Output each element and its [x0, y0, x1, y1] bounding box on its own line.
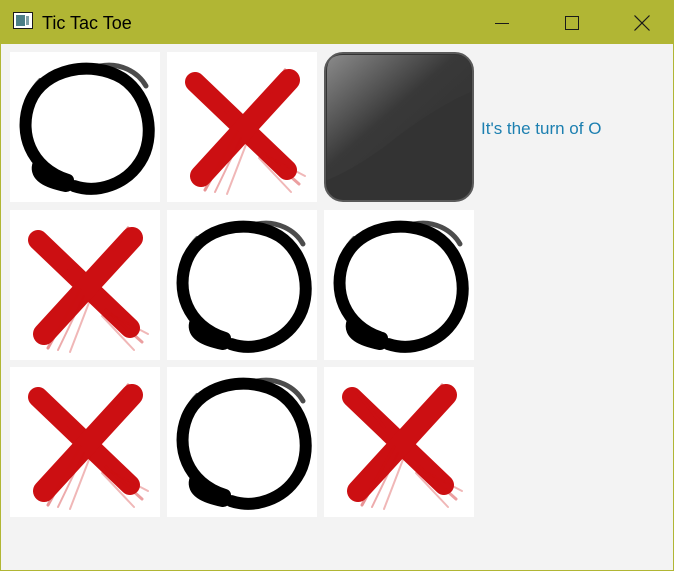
o-mark-icon [19, 62, 155, 195]
cell-o-mark[interactable] [167, 367, 317, 517]
maximize-button[interactable] [549, 1, 595, 44]
cell-x-mark[interactable] [167, 52, 317, 202]
app-window: Tic Tac Toe It's the turn of O [0, 0, 674, 571]
o-mark-icon [333, 220, 469, 353]
close-button[interactable] [619, 1, 665, 44]
x-mark-icon [342, 383, 463, 510]
cell-x-mark[interactable] [324, 367, 474, 517]
minimize-button[interactable] [479, 1, 525, 44]
cell-x-mark[interactable] [10, 367, 160, 517]
window-title: Tic Tac Toe [42, 13, 132, 33]
cell-x-mark[interactable] [10, 210, 160, 360]
app-icon [13, 12, 33, 29]
o-mark-icon [176, 220, 312, 353]
x-mark-icon [28, 383, 149, 510]
o-mark-icon [176, 377, 312, 510]
game-area: It's the turn of O [1, 44, 673, 570]
maximize-icon [565, 15, 579, 30]
cell-empty-button[interactable] [324, 52, 474, 202]
turn-status: It's the turn of O [481, 119, 602, 138]
x-mark-icon [28, 226, 149, 353]
title-bar[interactable]: Tic Tac Toe [1, 1, 673, 44]
x-mark-icon [185, 68, 306, 195]
minimize-icon [495, 22, 509, 24]
empty-cell-button-graphic [324, 52, 474, 202]
cell-o-mark[interactable] [324, 210, 474, 360]
cell-o-mark[interactable] [10, 52, 160, 202]
close-icon [634, 14, 650, 31]
cell-o-mark[interactable] [167, 210, 317, 360]
